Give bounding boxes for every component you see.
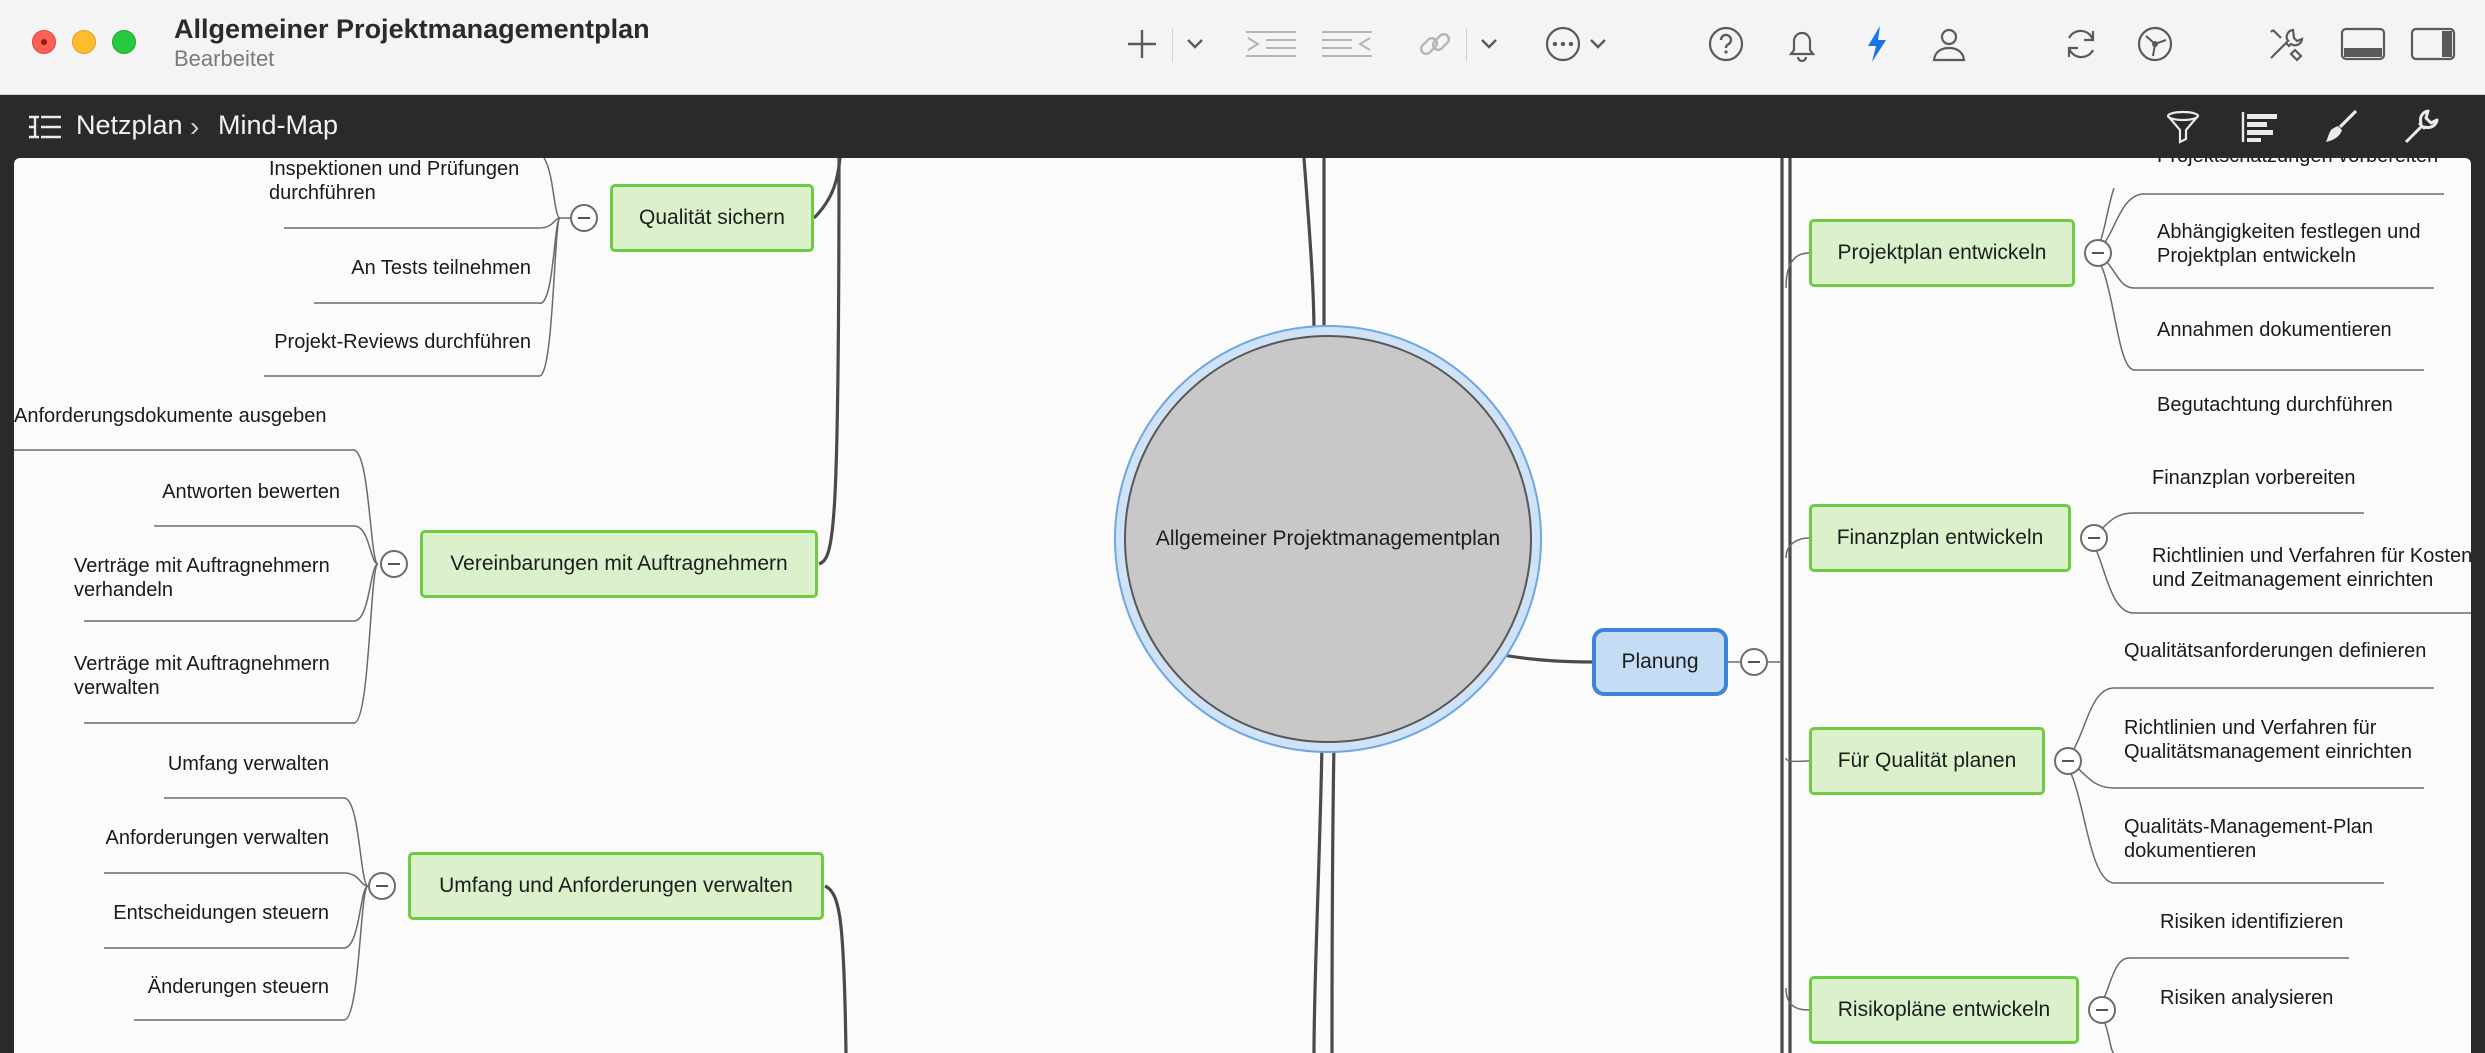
brush-icon	[2326, 109, 2358, 142]
notifications-button[interactable]	[1780, 20, 1824, 68]
root-node[interactable]: Allgemeiner Projektmanagementplan	[1124, 335, 1532, 743]
leaf-inspektionen[interactable]: Inspektionen und Prüfungen durchführen	[269, 158, 569, 205]
leaf-qualitaetsmanagement-richtlinien[interactable]: Richtlinien und Verfahren für Qualitätsm…	[2124, 716, 2434, 764]
leaf-qualitaets-management-plan[interactable]: Qualitäts-Management-Plan dokumentieren	[2124, 815, 2414, 863]
chevron-down-icon	[1187, 39, 1203, 49]
gantt-icon	[2241, 112, 2277, 142]
more-actions-button[interactable]	[1538, 20, 1612, 68]
window-zoom-button[interactable]	[112, 30, 136, 54]
help-icon	[1708, 26, 1744, 62]
collapse-planung-button[interactable]	[1740, 648, 1768, 676]
inspector-button[interactable]	[2398, 105, 2444, 149]
more-icon	[1545, 26, 1581, 62]
sidebar-icon	[2410, 27, 2456, 61]
node-umfang[interactable]: Umfang und Anforderungen verwalten	[408, 852, 824, 920]
leaf-qualitaetsanforderungen[interactable]: Qualitätsanforderungen definieren	[2124, 639, 2426, 663]
breadcrumb-netzplan[interactable]: Netzplan	[76, 110, 183, 141]
filter-button[interactable]	[2160, 105, 2206, 149]
bottom-panel-icon	[2340, 27, 2386, 61]
collapse-risiko-button[interactable]	[2088, 996, 2116, 1024]
indent-icon	[1246, 31, 1296, 57]
node-risiko[interactable]: Risikopläne entwickeln	[1809, 976, 2079, 1044]
breadcrumb-mindmap[interactable]: Mind-Map	[218, 110, 338, 141]
sync-button[interactable]	[2058, 20, 2104, 68]
leaf-antworten-bewerten[interactable]: Antworten bewerten	[74, 480, 340, 504]
chevron-down-icon	[1590, 39, 1606, 49]
node-planung[interactable]: Planung	[1592, 628, 1728, 696]
document-status: Bearbeitet	[174, 46, 275, 71]
add-task-button[interactable]	[1118, 20, 1166, 68]
canvas-frame: Allgemeiner Projektmanagementplan Planun…	[0, 158, 2485, 1053]
outline-button[interactable]	[22, 105, 68, 149]
leaf-tests[interactable]: An Tests teilnehmen	[214, 256, 531, 280]
leaf-anforderungen-verwalten[interactable]: Anforderungen verwalten	[54, 826, 329, 850]
node-qualitaet-sichern[interactable]: Qualität sichern	[610, 184, 814, 252]
wrench-icon	[2404, 109, 2439, 144]
outline-icon	[29, 115, 61, 139]
leaf-risiken-identifizieren[interactable]: Risiken identifizieren	[2160, 910, 2343, 934]
bottom-panel-button[interactable]	[2338, 20, 2388, 68]
sidebar-toggle-button[interactable]	[2408, 20, 2458, 68]
collapse-umfang-button[interactable]	[368, 872, 396, 900]
leaf-annahmen[interactable]: Annahmen dokumentieren	[2157, 318, 2392, 342]
node-qualitaet-planen[interactable]: Für Qualität planen	[1809, 727, 2045, 795]
quick-actions-button[interactable]	[1858, 20, 1896, 68]
user-icon	[1932, 28, 1966, 62]
collapse-finanzplan-button[interactable]	[2080, 524, 2108, 552]
style-button[interactable]	[2318, 105, 2364, 149]
window-minimize-button[interactable]	[72, 30, 96, 54]
collapse-qualitaet-sichern-button[interactable]	[570, 204, 598, 232]
network-button[interactable]	[2132, 20, 2178, 68]
collapse-vereinbarungen-button[interactable]	[380, 550, 408, 578]
path-bar: Netzplan › Mind-Map	[0, 95, 2485, 158]
window-close-button[interactable]	[32, 30, 56, 54]
gantt-button[interactable]	[2238, 105, 2284, 149]
node-vereinbarungen[interactable]: Vereinbarungen mit Auftragnehmern	[420, 530, 818, 598]
leaf-anforderungsdokumente[interactable]: Anforderungsdokumente ausgeben	[14, 404, 374, 428]
leaf-entscheidungen-steuern[interactable]: Entscheidungen steuern	[54, 901, 329, 925]
filter-icon	[2166, 110, 2200, 144]
outdent-icon	[1322, 31, 1372, 57]
leaf-vertraege-verhandeln[interactable]: Verträge mit Auftragnehmern verhandeln	[74, 554, 334, 602]
link-menu-button[interactable]	[1474, 20, 1504, 68]
collapse-projektplan-button[interactable]	[2084, 239, 2112, 267]
leaf-vertraege-verwalten[interactable]: Verträge mit Auftragnehmern verwalten	[74, 652, 334, 700]
lightning-icon	[1868, 26, 1886, 62]
indent-button[interactable]	[1242, 20, 1300, 68]
breadcrumb-separator: ›	[190, 111, 200, 142]
document-title: Allgemeiner Projektmanagementplan	[174, 14, 650, 44]
tools-button[interactable]	[2262, 20, 2308, 68]
user-button[interactable]	[1926, 20, 1972, 68]
leaf-kosten-zeitmanagement[interactable]: Richtlinien und Verfahren für Kosten- un…	[2152, 544, 2471, 592]
plus-icon	[1128, 30, 1156, 58]
mindmap-canvas[interactable]: Allgemeiner Projektmanagementplan Planun…	[14, 158, 2471, 1053]
leaf-risiken-analysieren[interactable]: Risiken analysieren	[2160, 986, 2333, 1010]
node-projektplan[interactable]: Projektplan entwickeln	[1809, 219, 2075, 287]
node-finanzplan[interactable]: Finanzplan entwickeln	[1809, 504, 2071, 572]
leaf-projekt-reviews[interactable]: Projekt-Reviews durchführen	[164, 330, 531, 354]
sync-icon	[2067, 29, 2095, 59]
collapse-qualitaet-planen-button[interactable]	[2054, 747, 2082, 775]
link-button[interactable]	[1410, 20, 1460, 68]
help-button[interactable]	[1704, 20, 1748, 68]
leaf-projektschaetzungen[interactable]: Projektschätzungen vorbereiten	[2157, 158, 2438, 168]
network-icon	[2137, 26, 2173, 62]
leaf-aenderungen-steuern[interactable]: Änderungen steuern	[74, 975, 329, 999]
leaf-finanzplan-vorbereiten[interactable]: Finanzplan vorbereiten	[2152, 466, 2355, 490]
add-task-menu-button[interactable]	[1180, 20, 1210, 68]
leaf-begutachtung[interactable]: Begutachtung durchführen	[2157, 393, 2393, 417]
tools-icon	[2270, 28, 2304, 62]
outdent-button[interactable]	[1318, 20, 1376, 68]
leaf-umfang-verwalten[interactable]: Umfang verwalten	[74, 752, 329, 776]
bell-icon	[1788, 31, 1816, 63]
window-titlebar: Allgemeiner Projektmanagementplan Bearbe…	[0, 0, 2485, 95]
leaf-abhaengigkeiten[interactable]: Abhängigkeiten festlegen und Projektplan…	[2157, 220, 2457, 268]
link-icon	[1419, 32, 1451, 56]
chevron-down-icon	[1481, 39, 1497, 49]
